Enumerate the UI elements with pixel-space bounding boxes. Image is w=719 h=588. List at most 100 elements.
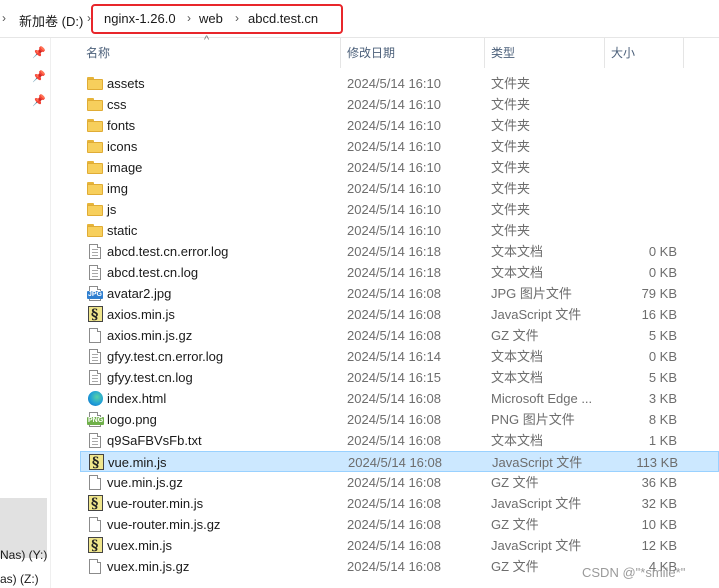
file-name: axios.min.js: [107, 307, 175, 322]
file-row[interactable]: vue-router.min.js.gz 2024/5/14 16:08 GZ 文件…: [80, 514, 719, 535]
file-date: 2024/5/14 16:08: [347, 538, 441, 553]
file-row[interactable]: abcd.test.cn.error.log 2024/5/14 16:18 文本文…: [80, 241, 719, 262]
file-type: Microsoft Edge ...: [491, 391, 593, 406]
pin-icon[interactable]: 📌: [32, 94, 46, 107]
file-date: 2024/5/14 16:10: [347, 76, 441, 91]
file-size: 0 KB: [648, 265, 677, 280]
file-type: 文本文档: [491, 244, 544, 259]
file-size: 113 KB: [636, 455, 678, 470]
file-date: 2024/5/14 16:08: [348, 455, 442, 470]
file-icon: [89, 517, 101, 532]
file-date: 2024/5/14 16:10: [347, 97, 441, 112]
file-name: img: [107, 181, 128, 196]
file-size: 10 KB: [641, 517, 677, 532]
file-name: vue.min.js.gz: [107, 475, 183, 490]
file-date: 2024/5/14 16:08: [347, 496, 441, 511]
address-bar[interactable]: › 新加卷 (D:) › nginx-1.26.0 › web › abcd.t…: [0, 0, 719, 38]
file-size: 32 KB: [641, 496, 677, 511]
file-name: vuex.min.js: [107, 538, 173, 553]
folder-icon: [87, 77, 103, 90]
file-row[interactable]: abcd.test.cn.log 2024/5/14 16:18 文本文档 0 KB: [80, 262, 719, 283]
png-file-icon: PNG: [87, 412, 105, 427]
file-type: GZ 文件: [491, 517, 539, 532]
file-size: 0 KB: [648, 349, 677, 364]
file-row[interactable]: § vuex.min.js 2024/5/14 16:08 JavaScript 文件…: [80, 535, 719, 556]
file-icon: [89, 559, 101, 574]
text-file-icon: [89, 370, 101, 385]
column-size[interactable]: 大小: [605, 38, 684, 68]
file-row[interactable]: img 2024/5/14 16:10 文件夹: [80, 178, 719, 199]
file-row[interactable]: image 2024/5/14 16:10 文件夹: [80, 157, 719, 178]
file-date: 2024/5/14 16:10: [347, 181, 441, 196]
jpg-file-icon: JPG: [87, 286, 104, 301]
text-file-icon: [89, 349, 101, 364]
file-name: avatar2.jpg: [107, 286, 172, 301]
file-name: axios.min.js.gz: [107, 328, 193, 343]
file-date: 2024/5/14 16:08: [347, 475, 441, 490]
file-row[interactable]: fonts 2024/5/14 16:10 文件夹: [80, 115, 719, 136]
file-type: 文本文档: [491, 265, 544, 280]
file-icon: [89, 328, 101, 343]
folder-icon: [87, 140, 103, 153]
file-name: vue.min.js: [108, 455, 167, 470]
file-type: 文件夹: [491, 202, 531, 217]
file-date: 2024/5/14 16:10: [347, 118, 441, 133]
file-date: 2024/5/14 16:10: [347, 160, 441, 175]
file-row[interactable]: JPG avatar2.jpg 2024/5/14 16:08 JPG 图片文件 79 …: [80, 283, 719, 304]
file-row[interactable]: § vue-router.min.js 2024/5/14 16:08 JavaScr…: [80, 493, 719, 514]
file-type: 文件夹: [491, 160, 531, 175]
column-name[interactable]: 名称: [80, 38, 341, 68]
javascript-file-icon: §: [89, 454, 104, 471]
file-type: 文件夹: [491, 223, 531, 238]
file-type: 文本文档: [491, 433, 544, 448]
chevron-right-icon[interactable]: ›: [2, 11, 6, 25]
file-row[interactable]: § vue.min.js 2024/5/14 16:08 JavaScript 文件 1…: [80, 451, 719, 472]
file-date: 2024/5/14 16:08: [347, 559, 441, 574]
file-date: 2024/5/14 16:08: [347, 328, 441, 343]
file-size: 3 KB: [648, 391, 677, 406]
file-name: q9SaFBVsFb.txt: [107, 433, 202, 448]
file-size: 79 KB: [641, 286, 677, 301]
navigation-pane[interactable]: 📌 📌 📌 Nas) (Y:) as) (Z:): [0, 38, 51, 588]
file-name: abcd.test.cn.error.log: [107, 244, 229, 259]
file-row[interactable]: index.html 2024/5/14 16:08 Microsoft Edge …: [80, 388, 719, 409]
file-row[interactable]: assets 2024/5/14 16:10 文件夹: [80, 73, 719, 94]
file-type: JavaScript 文件: [491, 307, 582, 322]
file-row[interactable]: PNG logo.png 2024/5/14 16:08 PNG 图片文件 8 KB: [80, 409, 719, 430]
column-date[interactable]: 修改日期: [341, 38, 485, 68]
file-row[interactable]: static 2024/5/14 16:10 文件夹: [80, 220, 719, 241]
file-row[interactable]: gfyy.test.cn.log 2024/5/14 16:15 文本文档 5 KB: [80, 367, 719, 388]
file-type: JavaScript 文件: [491, 538, 582, 553]
file-row[interactable]: css 2024/5/14 16:10 文件夹: [80, 94, 719, 115]
file-row[interactable]: q9SaFBVsFb.txt 2024/5/14 16:08 文本文档 1 KB: [80, 430, 719, 451]
file-row[interactable]: axios.min.js.gz 2024/5/14 16:08 GZ 文件 5 KB: [80, 325, 719, 346]
nav-drive-y[interactable]: Nas) (Y:): [0, 548, 47, 562]
file-size: 0 KB: [648, 244, 677, 259]
file-size: 1 KB: [648, 433, 677, 448]
file-row[interactable]: js 2024/5/14 16:10 文件夹: [80, 199, 719, 220]
pin-icon[interactable]: 📌: [32, 46, 46, 59]
watermark: CSDN @"*smile*": [582, 565, 686, 580]
file-type: 文件夹: [491, 139, 531, 154]
breadcrumb-drive[interactable]: 新加卷 (D:): [19, 11, 83, 30]
file-type: GZ 文件: [491, 328, 539, 343]
file-date: 2024/5/14 16:10: [347, 223, 441, 238]
file-date: 2024/5/14 16:15: [347, 370, 441, 385]
file-name: abcd.test.cn.log: [107, 265, 199, 280]
file-type: 文本文档: [491, 370, 544, 385]
column-header: ^ 名称 修改日期 类型 大小: [80, 34, 719, 68]
file-date: 2024/5/14 16:10: [347, 139, 441, 154]
file-size: 16 KB: [641, 307, 677, 322]
file-row[interactable]: gfyy.test.cn.error.log 2024/5/14 16:14 文本文…: [80, 346, 719, 367]
file-name: gfyy.test.cn.log: [107, 370, 193, 385]
column-type[interactable]: 类型: [485, 38, 605, 68]
nav-drive-z[interactable]: as) (Z:): [0, 572, 39, 586]
file-date: 2024/5/14 16:08: [347, 433, 441, 448]
file-row[interactable]: § axios.min.js 2024/5/14 16:08 JavaScript 文…: [80, 304, 719, 325]
pin-icon[interactable]: 📌: [32, 70, 46, 83]
file-size: 5 KB: [648, 370, 677, 385]
file-row[interactable]: icons 2024/5/14 16:10 文件夹: [80, 136, 719, 157]
file-row[interactable]: vue.min.js.gz 2024/5/14 16:08 GZ 文件 36 KB: [80, 472, 719, 493]
file-size: 36 KB: [641, 475, 677, 490]
file-date: 2024/5/14 16:08: [347, 307, 441, 322]
